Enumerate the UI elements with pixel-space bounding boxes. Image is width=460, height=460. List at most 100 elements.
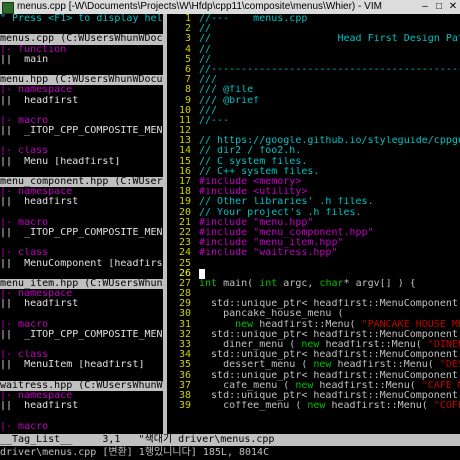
vim-app-icon bbox=[2, 2, 14, 14]
taglist-line[interactable]: || headfirst bbox=[0, 401, 163, 411]
taglist-line[interactable]: |- class bbox=[0, 248, 163, 258]
taglist-line[interactable]: |- macro bbox=[0, 116, 163, 126]
taglist-line[interactable] bbox=[0, 136, 163, 146]
line-number: 1 bbox=[184, 14, 191, 24]
line-number: 9 bbox=[184, 95, 191, 106]
taglist-line[interactable]: || headfirst bbox=[0, 299, 163, 309]
code-line[interactable]: 8 /// @file bbox=[167, 85, 460, 95]
line-number: 19 bbox=[178, 197, 191, 208]
code-line[interactable]: 37 cafe_menu ( new headfirst::Menu( "CAF… bbox=[167, 381, 460, 391]
code-line[interactable]: 17 #include <memory> bbox=[167, 177, 460, 187]
taglist-line[interactable] bbox=[0, 24, 163, 34]
taglist-line[interactable]: |- class bbox=[0, 350, 163, 360]
close-button[interactable]: ✕ bbox=[446, 0, 460, 14]
code-token: new bbox=[301, 340, 320, 350]
taglist-line[interactable] bbox=[0, 106, 163, 116]
vim-window: menus.cpp [-W\Documents\Projects\W\Hfdp\… bbox=[0, 0, 460, 460]
code-token: headfirst::Menu( bbox=[331, 360, 440, 371]
taglist-line[interactable]: || _ITOP_CPP_COMPOSITE_MEN bbox=[0, 126, 163, 136]
taglist-line[interactable] bbox=[0, 208, 163, 218]
taglist-line[interactable]: |- namespace bbox=[0, 289, 163, 299]
code-line[interactable]: 3 // Head First Design Patterns bbox=[167, 34, 460, 44]
code-line[interactable]: 5 // bbox=[167, 55, 460, 65]
taglist-line[interactable] bbox=[0, 340, 163, 350]
maximize-button[interactable]: □ bbox=[432, 0, 446, 14]
code-line[interactable]: 36 std::unique_ptr< headfirst::MenuCompo… bbox=[167, 371, 460, 381]
code-line[interactable]: 35 dessert_menu ( new headfirst::Menu( "… bbox=[167, 360, 460, 370]
code-line[interactable]: 26 bbox=[167, 268, 460, 279]
taglist-line[interactable] bbox=[0, 65, 163, 75]
code-line[interactable]: 9 /// @brief bbox=[167, 96, 460, 106]
code-line[interactable]: 19 // Other libraries' .h files. bbox=[167, 197, 460, 207]
code-line[interactable]: 22 #include "menu_component.hpp" bbox=[167, 228, 460, 238]
taglist-line[interactable]: |- namespace bbox=[0, 187, 163, 197]
taglist-line[interactable]: |- namespace bbox=[0, 85, 163, 95]
code-line[interactable]: 32 std::unique_ptr< headfirst::MenuCompo… bbox=[167, 330, 460, 340]
code-line[interactable]: 10 /// bbox=[167, 106, 460, 116]
taglist-file-header[interactable]: menu_item.hpp (C:WUsersWhun bbox=[0, 278, 163, 290]
code-editor-pane[interactable]: 1 //--- menus.cpp 2 // 3 // Head First Design… bbox=[167, 14, 460, 434]
line-number: 35 bbox=[178, 360, 191, 371]
code-token: /// bbox=[199, 105, 218, 116]
taglist-line[interactable]: |- class bbox=[0, 146, 163, 156]
taglist-line[interactable] bbox=[0, 238, 163, 248]
code-line[interactable]: 29 std::unique_ptr< headfirst::MenuCompo… bbox=[167, 299, 460, 309]
title-bar[interactable]: menus.cpp [-W\Documents\Projects\W\Hfdp\… bbox=[0, 0, 460, 14]
taglist-line[interactable]: || headfirst bbox=[0, 96, 163, 106]
code-line[interactable]: 24 #include "waitress.hpp" bbox=[167, 248, 460, 258]
taglist-line[interactable]: || MenuItem [headfirst] bbox=[0, 360, 163, 370]
code-line[interactable]: 38 std::unique_ptr< headfirst::MenuCompo… bbox=[167, 391, 460, 401]
taglist-line[interactable]: || _ITOP_CPP_COMPOSITE_MEN bbox=[0, 228, 163, 238]
taglist-line[interactable]: |- function bbox=[0, 45, 163, 55]
code-line[interactable]: 28 bbox=[167, 289, 460, 299]
code-line[interactable]: 14 // dir2 / foo2.h. bbox=[167, 146, 460, 156]
taglist-line[interactable]: || _ITOP_CPP_COMPOSITE_MEN bbox=[0, 330, 163, 340]
taglist-line[interactable] bbox=[0, 269, 163, 279]
taglist-line[interactable]: " Press <F1> to display hel bbox=[0, 14, 163, 24]
code-line[interactable]: 7 /// bbox=[167, 75, 460, 85]
command-line[interactable]: driver\menus.cpp [변환] 1행있니니다] 185L, 8014… bbox=[0, 446, 460, 460]
code-line[interactable]: 11 //--- bbox=[167, 116, 460, 126]
taglist-line[interactable]: |- macro bbox=[0, 218, 163, 228]
taglist-line[interactable]: || main bbox=[0, 55, 163, 65]
code-line[interactable]: 31 new headfirst::Menu( "PANCAKE HOUSE M… bbox=[167, 320, 460, 330]
code-token: std::unique_ptr< headfirst::MenuComponen… bbox=[199, 390, 460, 401]
taglist-line[interactable]: || headfirst bbox=[0, 197, 163, 207]
taglist-line[interactable] bbox=[0, 371, 163, 381]
taglist-file-header[interactable]: waitress.hpp (C:WUsersWhunW bbox=[0, 380, 163, 391]
code-line[interactable]: 13 // https://google.github.io/styleguide… bbox=[167, 136, 460, 146]
taglist-line[interactable]: |- macro bbox=[0, 422, 163, 432]
code-line[interactable]: 2 // bbox=[167, 24, 460, 34]
code-line[interactable]: 27 int main( int argc, char* argv[] ) { bbox=[167, 279, 460, 289]
taglist-pane[interactable]: " Press <F1> to display hel menus.cpp (C:… bbox=[0, 14, 163, 434]
code-line[interactable]: 30 pancake_house_menu ( bbox=[167, 309, 460, 319]
code-line[interactable]: 20 // Your project's .h files. bbox=[167, 208, 460, 218]
code-line[interactable]: 21 #include "menu.hpp" bbox=[167, 218, 460, 228]
code-line[interactable]: 4 // bbox=[167, 45, 460, 55]
code-line[interactable]: 33 diner_menu ( new headfirst::Menu( "DI… bbox=[167, 340, 460, 350]
code-line[interactable]: 15 // C system files. bbox=[167, 157, 460, 167]
code-line[interactable]: 23 #include "menu_item.hpp" bbox=[167, 238, 460, 248]
code-line[interactable]: 18 #include <utility> bbox=[167, 187, 460, 197]
code-line[interactable]: 1 //--- menus.cpp bbox=[167, 14, 460, 24]
minimize-button[interactable]: ‒ bbox=[418, 0, 432, 14]
taglist-file-header[interactable]: menu.hpp (C:WUsersWhunWDocu bbox=[0, 75, 163, 86]
taglist-line[interactable]: |- namespace bbox=[0, 391, 163, 401]
taglist-line[interactable]: || MenuComponent [headfirs bbox=[0, 259, 163, 269]
taglist-line[interactable]: |- macro bbox=[0, 320, 163, 330]
taglist-line[interactable] bbox=[0, 411, 163, 421]
taglist-line[interactable] bbox=[0, 167, 163, 177]
code-line[interactable]: 12 bbox=[167, 126, 460, 136]
code-line[interactable]: 34 std::unique_ptr< headfirst::MenuCompo… bbox=[167, 350, 460, 360]
taglist-line[interactable]: || Menu [headfirst] bbox=[0, 157, 163, 167]
code-line[interactable]: 39 coffee_menu ( new headfirst::Menu( "C… bbox=[167, 401, 460, 411]
code-line[interactable]: 16 // C++ system files. bbox=[167, 167, 460, 177]
taglist-line[interactable] bbox=[0, 309, 163, 319]
line-number: 21 bbox=[178, 217, 191, 228]
status-line: __Tag_List__ 3,1 "색대기 driver\menus.cpp bbox=[0, 434, 460, 446]
line-number: 22 bbox=[178, 227, 191, 238]
taglist-file-header[interactable]: menu_component.hpp (C:WUser bbox=[0, 177, 163, 188]
code-line[interactable]: 25 bbox=[167, 259, 460, 269]
code-line[interactable]: 6 //-------------------------------------… bbox=[167, 65, 460, 75]
taglist-file-header[interactable]: menus.cpp (C:WUsersWhunWDoc bbox=[0, 34, 163, 45]
